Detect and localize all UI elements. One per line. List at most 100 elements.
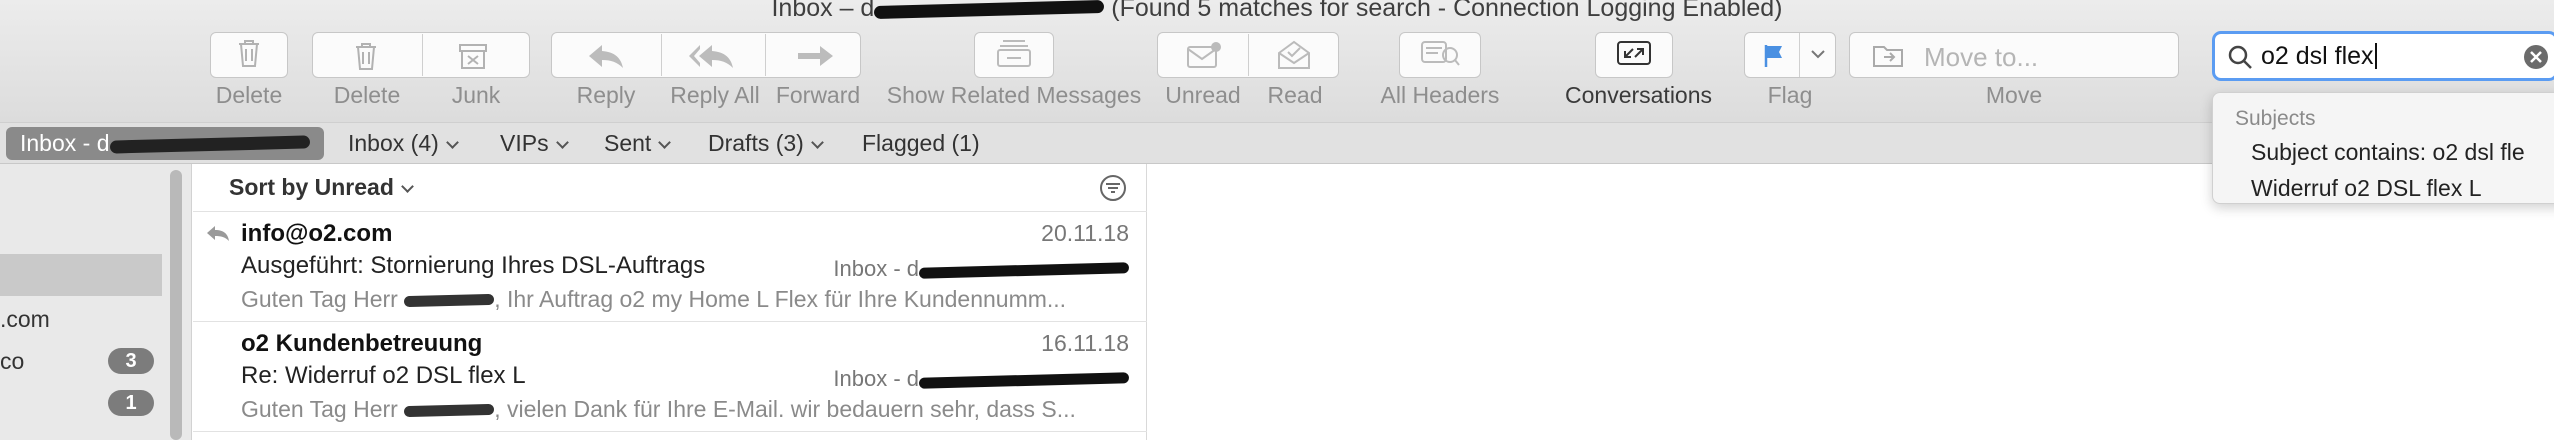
favorite-inbox-account[interactable]: Inbox - d: [6, 127, 324, 160]
reply-all-icon[interactable]: [688, 43, 734, 74]
move-to-icon: [1872, 41, 1904, 74]
search-field[interactable]: o2 dsl flex: [2212, 31, 2554, 81]
mail-window: Inbox – d (Found 5 matches for search - …: [0, 0, 2554, 440]
window-title-suffix: (Found 5 matches for search - Connection…: [1104, 0, 1783, 22]
all-headers-button[interactable]: [1399, 32, 1481, 78]
delete-label: Delete: [215, 82, 283, 108]
show-related-button[interactable]: [974, 32, 1054, 78]
read-envelope-icon[interactable]: [1276, 39, 1312, 76]
message-preview-pane: [1148, 164, 2554, 440]
trash-icon: [236, 38, 262, 73]
conversations-icon: [1616, 39, 1652, 72]
message-mailbox: Inbox - d: [833, 366, 1130, 392]
reply-icon[interactable]: [586, 43, 626, 74]
sidebar-item-account-1[interactable]: .com: [0, 306, 50, 333]
show-related-label: Show Related Messages: [886, 82, 1142, 108]
segment-divider: [422, 34, 423, 76]
message-date: 16.11.18: [1041, 330, 1129, 356]
message-mailbox-label: Inbox - d: [833, 366, 919, 391]
window-title: Inbox – d (Found 5 matches for search - …: [0, 0, 2554, 23]
chevron-down-icon: [658, 136, 672, 149]
message-preview-end: , vielen Dank für Ihre E-Mail. wir bedau…: [494, 396, 1076, 422]
favorite-inbox-account-label: Inbox - d: [20, 130, 110, 156]
favorite-inbox[interactable]: Inbox (4): [348, 130, 459, 157]
redacted-scribble: [109, 135, 310, 155]
message-list: Sort by Unread info@o2.com 20.11.18 Ausg…: [193, 164, 1147, 440]
segment-divider: [765, 34, 766, 76]
replied-arrow-icon: [205, 224, 231, 247]
filter-icon[interactable]: [1099, 174, 1127, 207]
sidebar-item-account-2[interactable]: co: [0, 348, 24, 375]
forward-label: Forward: [775, 82, 861, 108]
flag-menu-chevron-icon[interactable]: [1809, 45, 1827, 68]
sort-label: Sort by Unread: [229, 174, 394, 200]
all-headers-label: All Headers: [1380, 82, 1500, 108]
unread-count-badge: 1: [108, 390, 154, 416]
redacted-scribble: [404, 404, 495, 418]
message-mailbox-label: Inbox - d: [833, 256, 919, 281]
conversations-button[interactable]: [1595, 32, 1673, 78]
flag-icon: [1763, 43, 1785, 74]
junk-icon[interactable]: [457, 41, 489, 76]
unread-envelope-icon[interactable]: [1186, 41, 1222, 76]
sidebar-item-label: co: [0, 348, 25, 374]
flag-label: Flag: [1767, 82, 1813, 108]
favorite-sent[interactable]: Sent: [604, 130, 672, 157]
segment-divider: [1248, 34, 1249, 76]
sidebar-item-label: .com: [0, 306, 50, 332]
chevron-down-icon: [555, 136, 569, 149]
search-input[interactable]: o2 dsl flex: [2261, 42, 2377, 71]
message-row[interactable]: info@o2.com 20.11.18 Ausgeführt: Stornie…: [193, 212, 1147, 322]
favorite-sent-label: Sent: [604, 130, 652, 156]
suggestions-section-header: Subjects: [2235, 107, 2316, 130]
message-preview-start: Guten Tag Herr: [241, 286, 405, 312]
message-sender: info@o2.com: [241, 220, 393, 247]
redacted-scribble: [874, 0, 1105, 19]
favorite-inbox-label: Inbox (4): [348, 130, 439, 156]
clear-search-icon[interactable]: [2523, 44, 2549, 75]
favorite-vips-label: VIPs: [500, 130, 549, 156]
chevron-down-icon: [445, 136, 459, 149]
favorites-bar: Inbox - d Inbox (4) VIPs Sent Drafts (3)…: [0, 122, 2554, 164]
message-mailbox: Inbox - d: [833, 256, 1130, 282]
chevron-down-icon: [810, 136, 824, 149]
text-caret: [2374, 43, 2377, 69]
toolbar: Inbox – d (Found 5 matches for search - …: [0, 0, 2554, 122]
message-preview: Guten Tag Herr , Ihr Auftrag o2 my Home …: [241, 286, 1121, 313]
move-to-button[interactable]: Move to...: [1849, 32, 2179, 78]
reply-all-label: Reply All: [670, 82, 760, 108]
favorite-flagged-label: Flagged (1): [862, 130, 980, 156]
suggestion-subject-match[interactable]: Widerruf o2 DSL flex L: [2251, 175, 2482, 202]
search-query-text: o2 dsl flex: [2261, 42, 2374, 70]
message-preview-end: , Ihr Auftrag o2 my Home L Flex für Ihre…: [494, 286, 1067, 312]
delete-junk-segment: [312, 32, 530, 78]
segment-divider: [661, 34, 662, 76]
redacted-scribble: [918, 261, 1130, 279]
message-subject: Re: Widerruf o2 DSL flex L: [241, 362, 526, 389]
mailbox-sidebar: .com co 3 1: [0, 164, 192, 440]
sort-menu[interactable]: Sort by Unread: [229, 174, 414, 201]
junk-label: Junk: [451, 82, 501, 108]
trash-icon[interactable]: [353, 41, 379, 76]
related-messages-icon: [996, 38, 1032, 73]
window-title-prefix: Inbox – d: [771, 0, 875, 22]
favorite-vips[interactable]: VIPs: [500, 130, 569, 157]
suggestion-subject-contains[interactable]: Subject contains: o2 dsl fle: [2251, 139, 2525, 166]
reply-segment: [551, 32, 861, 78]
headers-icon: [1420, 38, 1460, 73]
favorite-drafts-label: Drafts (3): [708, 130, 804, 156]
sort-header: Sort by Unread: [193, 164, 1147, 212]
sidebar-scrollbar[interactable]: [170, 170, 182, 440]
search-suggestions-popup: Subjects Subject contains: o2 dsl fle Wi…: [2212, 92, 2554, 204]
delete-button[interactable]: [210, 32, 288, 78]
forward-icon[interactable]: [796, 43, 836, 74]
delete-label-2: Delete: [333, 82, 401, 108]
message-row[interactable]: o2 Kundenbetreuung 16.11.18 Re: Widerruf…: [193, 322, 1147, 432]
flag-button[interactable]: [1744, 32, 1836, 78]
sidebar-selection[interactable]: [0, 254, 162, 296]
message-sender: o2 Kundenbetreuung: [241, 330, 483, 357]
redacted-scribble: [404, 294, 495, 308]
favorite-drafts[interactable]: Drafts (3): [708, 130, 824, 157]
conversations-label: Conversations: [1565, 82, 1713, 108]
favorite-flagged[interactable]: Flagged (1): [862, 130, 980, 157]
